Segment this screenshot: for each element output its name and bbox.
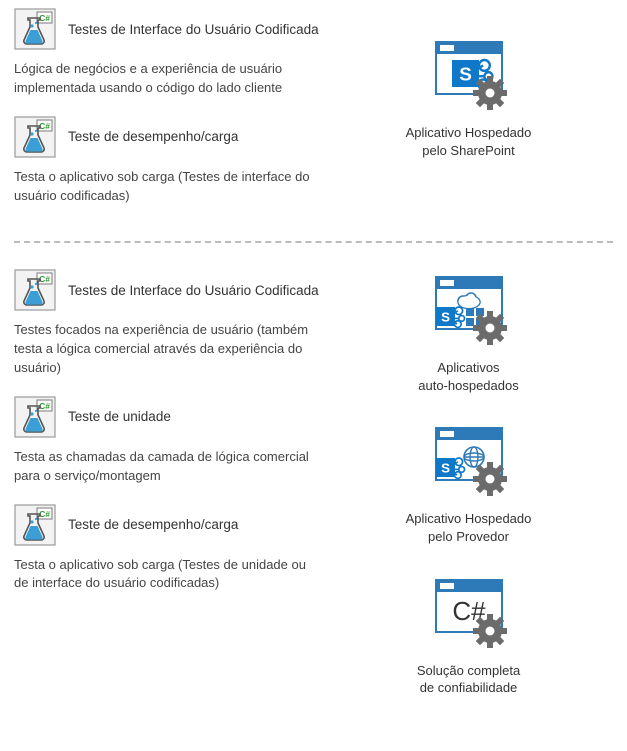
app-caption: Aplicativo Hospedadopelo SharePoint [406, 124, 532, 159]
tests-column-top: Testes de Interface do Usuário Codificad… [14, 8, 324, 223]
performance-test-icon [14, 116, 56, 158]
autohosted-app-icon [428, 273, 510, 351]
app-provider-hosted: Aplicativo Hospedadopelo Provedor [324, 424, 613, 545]
app-autohosted: Aplicativosauto-hospedados [324, 273, 613, 394]
test-title: Teste de unidade [68, 409, 171, 424]
coded-ui-test-icon [14, 269, 56, 311]
app-column-top: Aplicativo Hospedadopelo SharePoint [324, 8, 613, 159]
test-title: Teste de desempenho/carga [68, 517, 238, 532]
test-description: Testa o aplicativo sob carga (Testes de … [14, 168, 324, 206]
test-block: Testes de Interface do Usuário Codificad… [14, 8, 324, 98]
test-description: Lógica de negócios e a experiência de us… [14, 60, 324, 98]
test-block: Teste de desempenho/carga Testa o aplica… [14, 504, 324, 594]
app-sharepoint-hosted: Aplicativo Hospedadopelo SharePoint [324, 38, 613, 159]
tests-column-bottom: Testes de Interface do Usuário Codificad… [14, 269, 324, 611]
test-description: Testes focados na experiência de usuário… [14, 321, 324, 378]
test-title: Testes de Interface do Usuário Codificad… [68, 22, 319, 37]
test-title: Teste de desempenho/carga [68, 129, 238, 144]
app-caption: Aplicativosauto-hospedados [418, 359, 518, 394]
test-title: Testes de Interface do Usuário Codificad… [68, 283, 319, 298]
app-column-bottom: Aplicativosauto-hospedados Aplicativo Ho… [324, 269, 613, 696]
test-description: Testa o aplicativo sob carga (Testes de … [14, 556, 324, 594]
test-description: Testa as chamadas da camada de lógica co… [14, 448, 324, 486]
sharepoint-app-icon [428, 38, 510, 116]
unit-test-icon [14, 396, 56, 438]
full-trust-app-icon [428, 576, 510, 654]
provider-hosted-app-icon [428, 424, 510, 502]
section-other-apps: Testes de Interface do Usuário Codificad… [14, 269, 613, 696]
coded-ui-test-icon [14, 8, 56, 50]
test-block: Teste de desempenho/carga Testa o aplica… [14, 116, 324, 206]
app-full-trust: Solução completade confiabilidade [324, 576, 613, 697]
app-caption: Solução completade confiabilidade [417, 662, 520, 697]
performance-test-icon [14, 504, 56, 546]
section-divider [14, 241, 613, 243]
app-caption: Aplicativo Hospedadopelo Provedor [406, 510, 532, 545]
test-block: Teste de unidade Testa as chamadas da ca… [14, 396, 324, 486]
section-sharepoint-hosted: Testes de Interface do Usuário Codificad… [14, 8, 613, 223]
test-block: Testes de Interface do Usuário Codificad… [14, 269, 324, 378]
